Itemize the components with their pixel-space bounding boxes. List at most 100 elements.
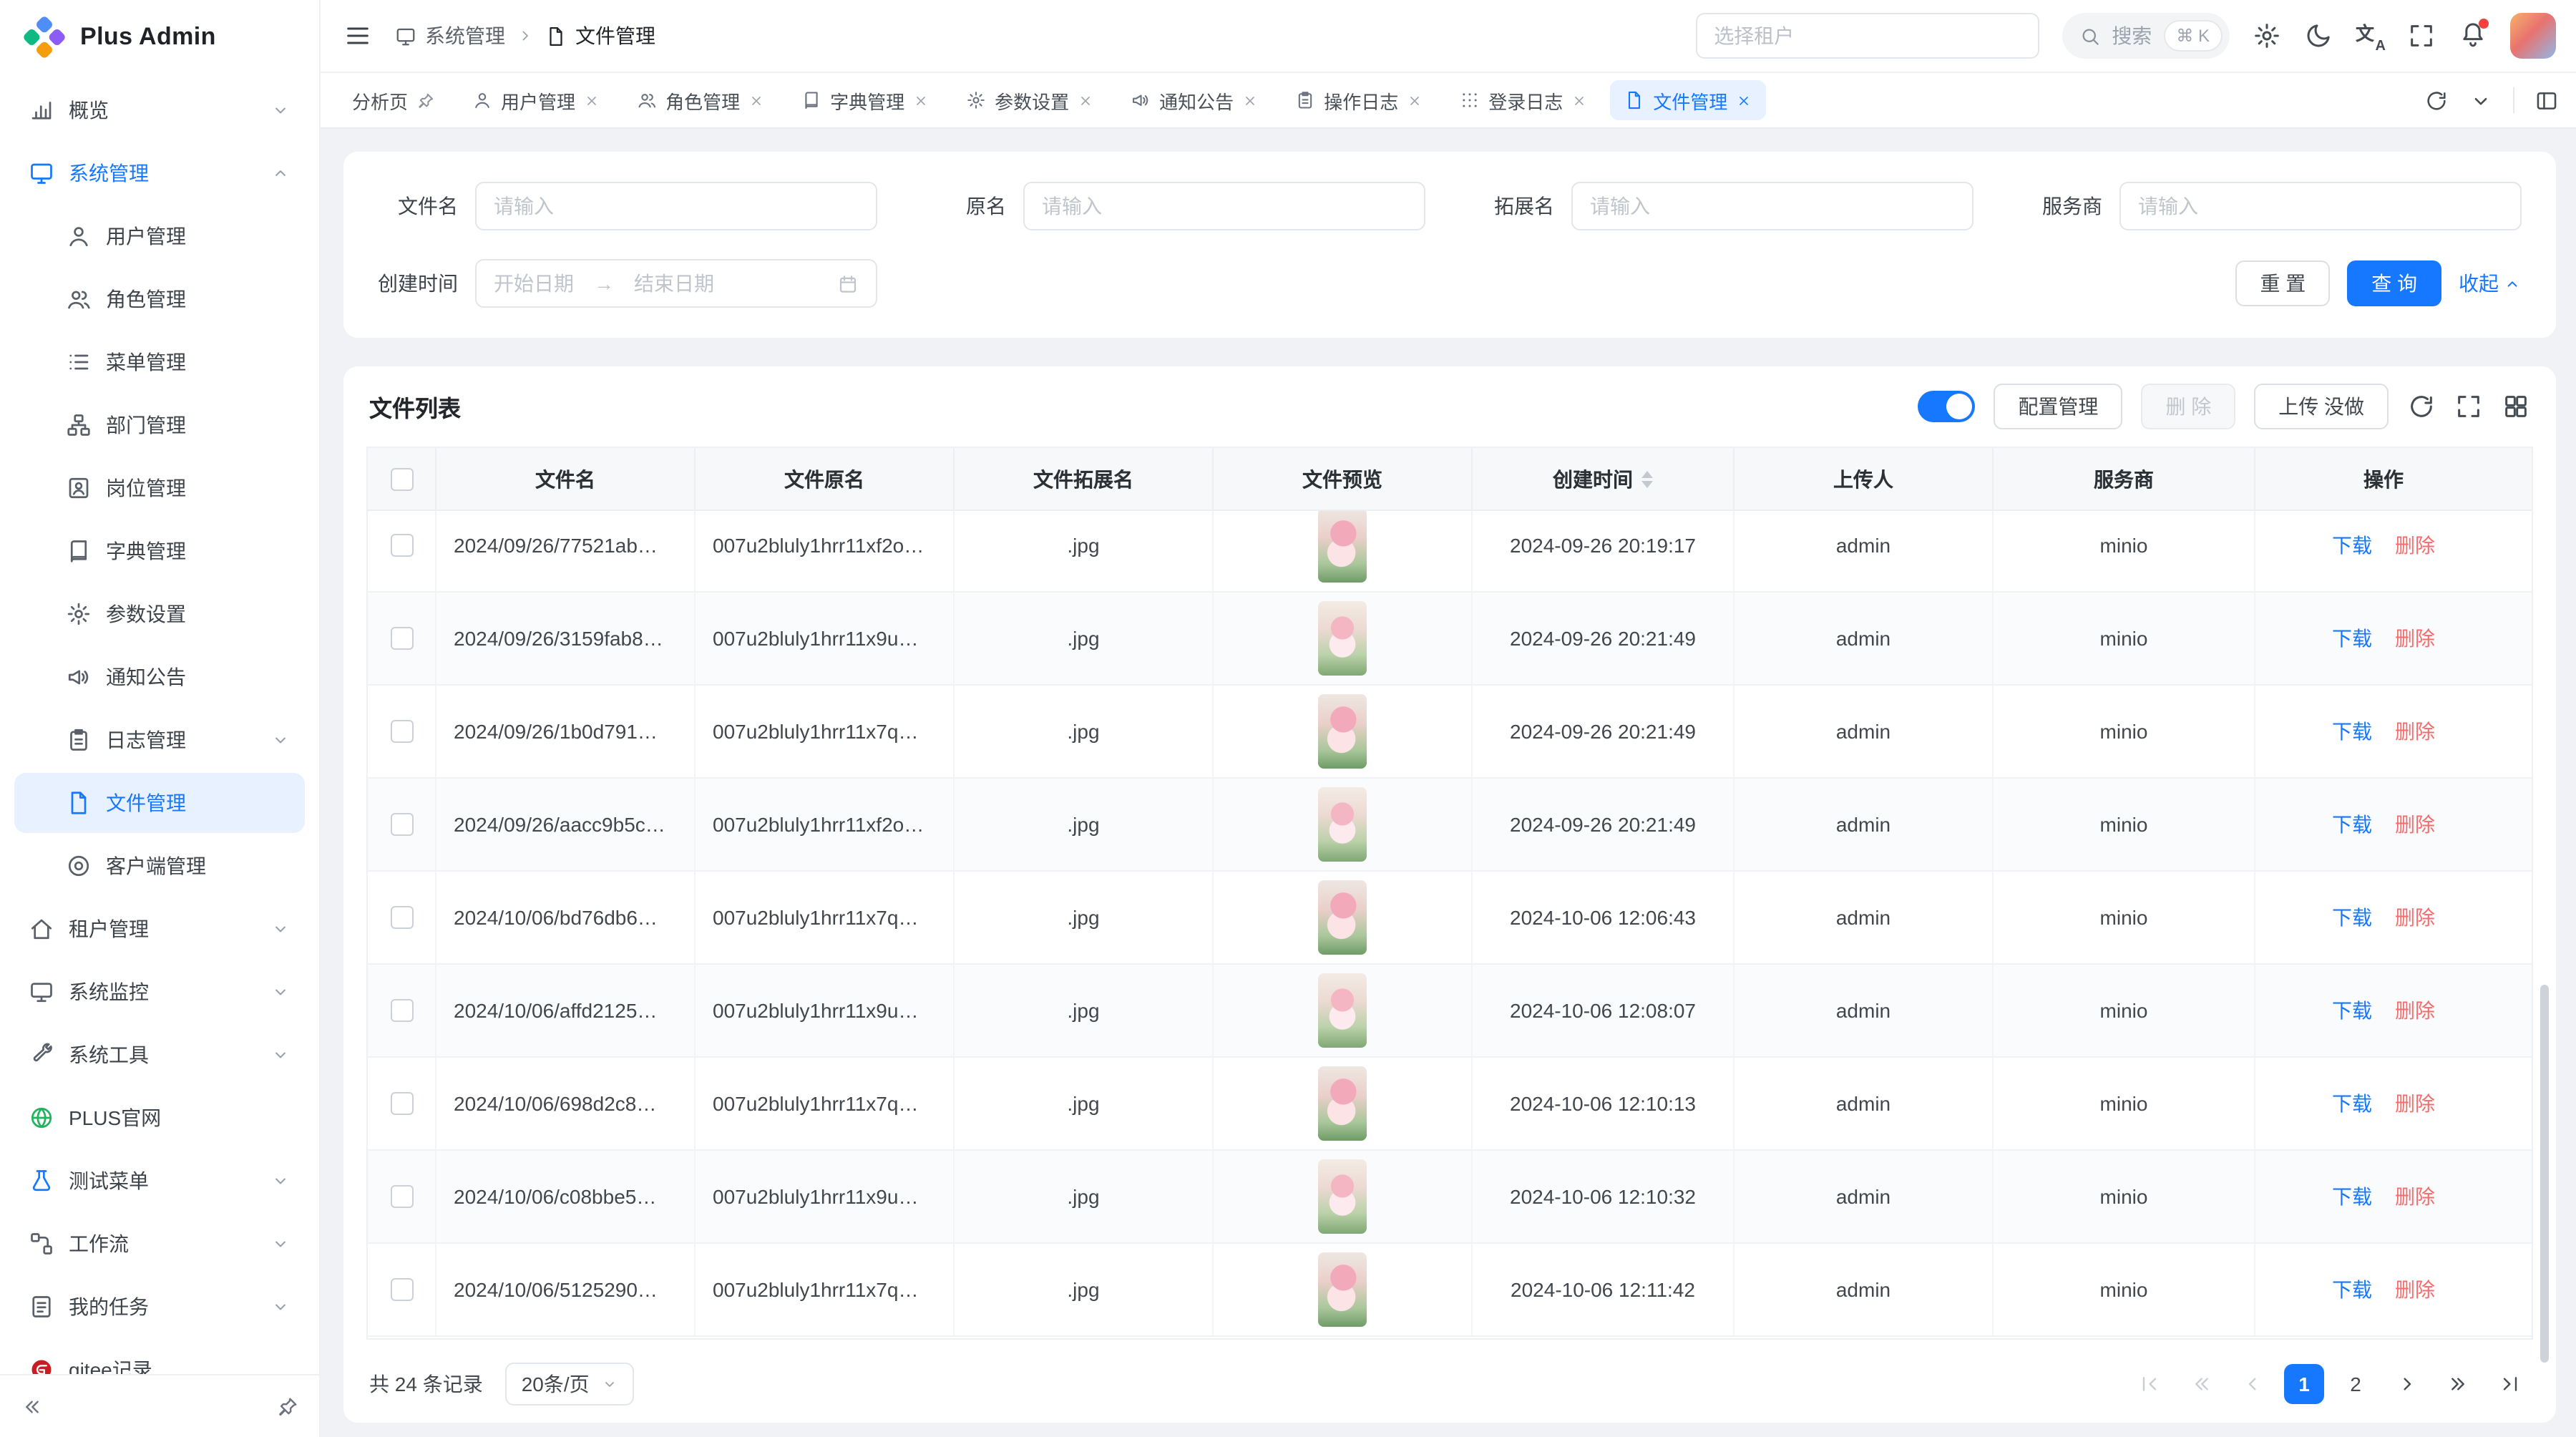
sidebar-item-1[interactable]: 系统管理 [14, 143, 305, 203]
download-link[interactable]: 下载 [2332, 624, 2372, 653]
sidebar-item-6[interactable]: 岗位管理 [14, 458, 305, 518]
download-link[interactable]: 下载 [2332, 1275, 2372, 1304]
tab-4[interactable]: 参数设置 [952, 80, 1108, 120]
tab-8[interactable]: 文件管理 [1610, 80, 1766, 120]
sidebar-item-13[interactable]: 租户管理 [14, 899, 305, 959]
preview-image[interactable] [1318, 511, 1367, 583]
close-tab-icon[interactable] [913, 92, 929, 108]
preview-image[interactable] [1318, 1159, 1367, 1234]
close-tab-icon[interactable] [748, 92, 764, 108]
delete-button[interactable]: 删 除 [2141, 384, 2235, 429]
sidebar-item-10[interactable]: 日志管理 [14, 710, 305, 770]
row-checkbox[interactable] [390, 906, 413, 929]
sidebar-item-7[interactable]: 字典管理 [14, 521, 305, 581]
refresh-table-icon[interactable] [2407, 392, 2436, 421]
settings-icon[interactable] [2253, 21, 2281, 50]
download-link[interactable]: 下载 [2332, 1182, 2372, 1211]
sidebar-item-20[interactable]: gitee记录 [14, 1340, 305, 1374]
sidebar-item-11[interactable]: 文件管理 [14, 773, 305, 833]
dark-mode-icon[interactable] [2304, 21, 2333, 50]
close-tab-icon[interactable] [1736, 92, 1752, 108]
sidebar-item-15[interactable]: 系统工具 [14, 1025, 305, 1085]
preview-image[interactable] [1318, 1066, 1367, 1141]
filter-input-1[interactable]: 请输入 [1023, 182, 1425, 230]
sort-icons[interactable] [1641, 464, 1653, 493]
next-page-icon[interactable] [2387, 1364, 2427, 1404]
delete-link[interactable]: 删除 [2395, 903, 2435, 932]
delete-link[interactable]: 删除 [2395, 810, 2435, 839]
sidebar-item-16[interactable]: PLUS官网 [14, 1088, 305, 1148]
layout-toggle-icon[interactable] [2534, 88, 2559, 112]
sidebar-item-12[interactable]: 客户端管理 [14, 836, 305, 896]
refresh-page-icon[interactable] [2424, 88, 2449, 112]
hamburger-menu-icon[interactable] [343, 21, 372, 50]
download-link[interactable]: 下载 [2332, 810, 2372, 839]
first-page-icon[interactable] [2129, 1364, 2170, 1404]
sidebar-item-14[interactable]: 系统监控 [14, 962, 305, 1022]
download-link[interactable]: 下载 [2332, 996, 2372, 1025]
search-button[interactable]: 查 询 [2347, 260, 2441, 306]
download-link[interactable]: 下载 [2332, 903, 2372, 932]
column-settings-icon[interactable] [2502, 392, 2530, 421]
filter-input-0[interactable]: 请输入 [475, 182, 877, 230]
row-checkbox[interactable] [390, 1092, 413, 1115]
tab-2[interactable]: 角色管理 [623, 80, 779, 120]
download-link[interactable]: 下载 [2332, 1089, 2372, 1118]
row-checkbox[interactable] [390, 1185, 413, 1208]
column-header-4[interactable]: 创建时间 [1473, 448, 1735, 510]
date-range-input[interactable]: 开始日期 → 结束日期 [475, 259, 877, 308]
tab-5[interactable]: 通知公告 [1116, 80, 1272, 120]
delete-link[interactable]: 删除 [2395, 717, 2435, 746]
translate-icon[interactable]: 文A [2356, 21, 2384, 50]
tab-7[interactable]: 登录日志 [1445, 80, 1601, 120]
sidebar-pin-icon[interactable] [276, 1395, 299, 1418]
sidebar-item-4[interactable]: 菜单管理 [14, 332, 305, 392]
collapse-filter-link[interactable]: 收起 [2459, 269, 2522, 298]
sidebar-item-3[interactable]: 角色管理 [14, 269, 305, 329]
close-tab-icon[interactable] [1407, 92, 1423, 108]
delete-link[interactable]: 删除 [2395, 531, 2435, 560]
close-tab-icon[interactable] [1078, 92, 1093, 108]
close-tab-icon[interactable] [1242, 92, 1258, 108]
upload-button[interactable]: 上传 没做 [2254, 384, 2389, 429]
tab-options-chevron-icon[interactable] [2469, 88, 2493, 112]
pin-icon[interactable] [416, 91, 435, 109]
row-checkbox[interactable] [390, 813, 413, 836]
row-checkbox[interactable] [390, 627, 413, 650]
close-tab-icon[interactable] [584, 92, 600, 108]
notifications-icon[interactable] [2459, 19, 2487, 48]
row-checkbox[interactable] [390, 1278, 413, 1301]
preview-image[interactable] [1318, 694, 1367, 769]
global-search[interactable]: 搜索 ⌘ K [2062, 13, 2230, 59]
sidebar-item-2[interactable]: 用户管理 [14, 206, 305, 266]
sidebar-item-5[interactable]: 部门管理 [14, 395, 305, 455]
fullscreen-icon[interactable] [2407, 21, 2436, 50]
sort-desc-icon[interactable] [1641, 480, 1653, 493]
collapse-sidebar-icon[interactable] [20, 1395, 43, 1418]
tenant-select[interactable]: 选择租户 [1695, 13, 2039, 59]
preview-image[interactable] [1318, 1252, 1367, 1327]
row-checkbox[interactable] [390, 720, 413, 743]
fullscreen-table-icon[interactable] [2454, 392, 2483, 421]
jump-forward-icon[interactable] [2439, 1364, 2479, 1404]
sidebar-item-0[interactable]: 概览 [14, 80, 305, 140]
select-all-checkbox[interactable] [368, 448, 436, 510]
breadcrumb-item-1[interactable]: 文件管理 [545, 21, 655, 50]
tab-6[interactable]: 操作日志 [1281, 80, 1437, 120]
sidebar-item-8[interactable]: 参数设置 [14, 584, 305, 644]
sidebar-item-19[interactable]: 我的任务 [14, 1277, 305, 1337]
filter-input-3[interactable]: 请输入 [2119, 182, 2522, 230]
download-link[interactable]: 下载 [2332, 717, 2372, 746]
tab-0[interactable]: 分析页 [338, 80, 449, 120]
row-checkbox[interactable] [390, 999, 413, 1022]
delete-link[interactable]: 删除 [2395, 1182, 2435, 1211]
delete-link[interactable]: 删除 [2395, 1089, 2435, 1118]
delete-link[interactable]: 删除 [2395, 1275, 2435, 1304]
sidebar-item-9[interactable]: 通知公告 [14, 647, 305, 707]
page-1[interactable]: 1 [2284, 1364, 2324, 1404]
config-button[interactable]: 配置管理 [1994, 384, 2122, 429]
tab-3[interactable]: 字典管理 [787, 80, 943, 120]
download-link[interactable]: 下载 [2332, 531, 2372, 560]
stripe-toggle[interactable] [1918, 391, 1975, 422]
sidebar-item-17[interactable]: 测试菜单 [14, 1151, 305, 1211]
